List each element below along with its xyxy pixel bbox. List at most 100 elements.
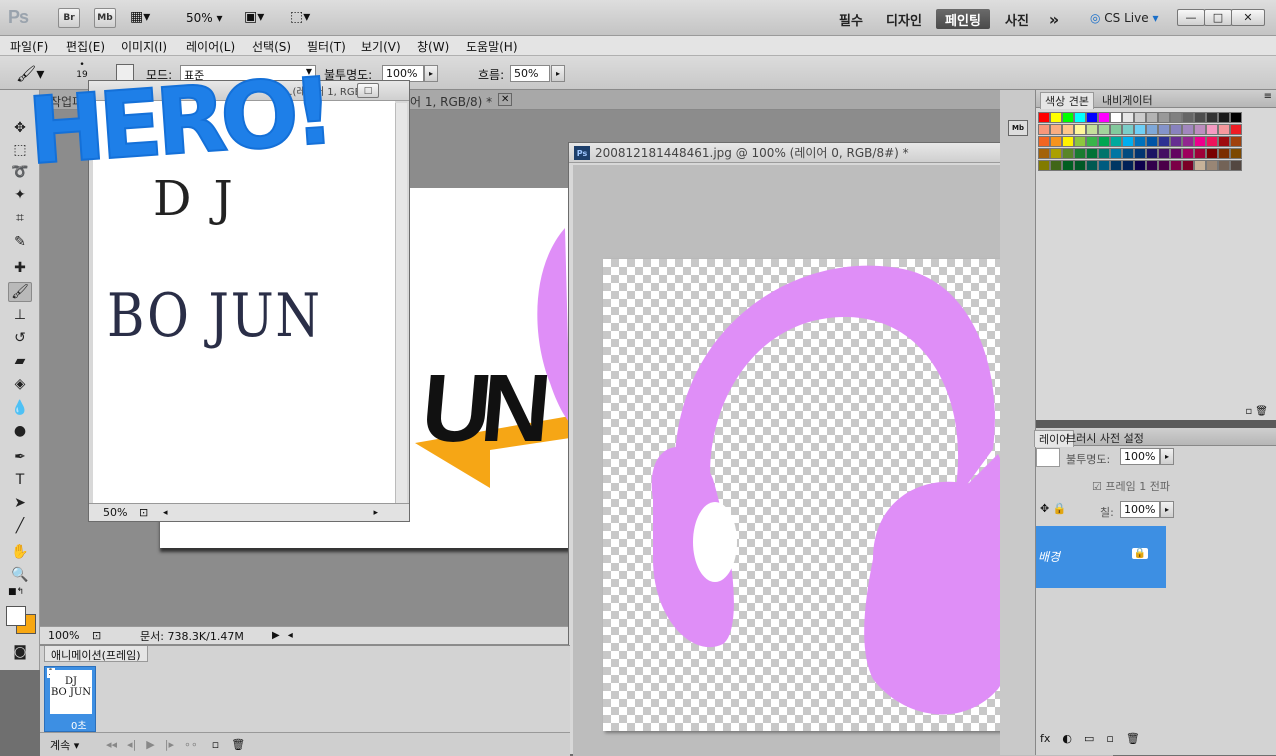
more-workspaces-button[interactable]: » <box>1044 9 1064 29</box>
color-swatch[interactable] <box>1110 112 1122 123</box>
color-swatch[interactable] <box>1122 148 1134 159</box>
zoom-tool-icon[interactable]: 🔍 <box>8 565 32 585</box>
duplicate-frame-icon[interactable]: ▫ <box>212 738 219 751</box>
color-swatch[interactable] <box>1134 112 1146 123</box>
color-swatch[interactable] <box>1098 124 1110 135</box>
lasso-tool-icon[interactable]: ➰ <box>8 162 32 182</box>
color-swatch[interactable] <box>1062 112 1074 123</box>
paint-bucket-tool-icon[interactable]: ◈ <box>8 374 32 394</box>
color-swatch[interactable] <box>1110 124 1122 135</box>
color-swatch[interactable] <box>1038 124 1050 135</box>
color-swatch[interactable] <box>1230 124 1242 135</box>
color-swatch[interactable] <box>1194 112 1206 123</box>
maximize-button[interactable]: □ <box>1204 9 1232 26</box>
color-swatch[interactable] <box>1062 148 1074 159</box>
brush-tool-icon[interactable]: 🖌 <box>8 282 32 302</box>
minimize-button[interactable]: — <box>1177 9 1205 26</box>
loop-options-select[interactable]: 계속 ▾ <box>50 737 96 753</box>
color-swatch[interactable] <box>1146 160 1158 171</box>
color-swatch[interactable] <box>1194 136 1206 147</box>
blur-tool-icon[interactable]: 💧 <box>8 398 32 418</box>
tab-brush-presets[interactable]: 브러시 사전 설정 <box>1066 430 1144 446</box>
color-swatch[interactable] <box>1170 124 1182 135</box>
color-swatch[interactable] <box>1074 160 1086 171</box>
fill-input[interactable]: 100% <box>1120 501 1160 518</box>
dodge-tool-icon[interactable]: ● <box>8 421 32 441</box>
color-swatch[interactable] <box>1158 160 1170 171</box>
mini-bridge-panel-icon[interactable]: Mb <box>1008 120 1028 136</box>
fill-slider[interactable]: ▸ <box>1160 501 1174 518</box>
launch-bridge-button[interactable]: Br <box>58 8 80 28</box>
color-swatch[interactable] <box>1230 148 1242 159</box>
color-swatch[interactable] <box>1074 124 1086 135</box>
document-tab-2[interactable]: 어 1, RGB/8) * <box>410 93 492 110</box>
color-swatch[interactable] <box>1050 136 1062 147</box>
history-brush-tool-icon[interactable]: ↺ <box>8 328 32 348</box>
zoom-level-dropdown[interactable]: 50% ▾ <box>186 11 223 25</box>
screen-mode-icon[interactable]: ⬚▾ <box>290 9 310 25</box>
menu-layer[interactable]: 레이어(L) <box>186 38 235 55</box>
color-swatch[interactable] <box>1134 136 1146 147</box>
color-swatch[interactable] <box>1158 148 1170 159</box>
frame-delay[interactable]: 0초 <box>71 717 87 732</box>
hero-vertical-scrollbar[interactable] <box>395 103 407 503</box>
color-swatch[interactable] <box>1038 112 1050 123</box>
healing-brush-tool-icon[interactable]: ✚ <box>8 258 32 278</box>
hero-zoom-field[interactable]: 50% <box>103 506 139 519</box>
adjustment-layer-icon[interactable]: ◐ <box>1062 732 1072 745</box>
color-swatch[interactable] <box>1218 136 1230 147</box>
menu-select[interactable]: 선택(S) <box>252 38 291 55</box>
opacity-slider-button[interactable]: ▸ <box>424 65 438 82</box>
color-swatch[interactable] <box>1182 148 1194 159</box>
next-frame-icon[interactable]: |▸ <box>165 738 174 751</box>
color-swatch[interactable] <box>1146 136 1158 147</box>
workspace-photography[interactable]: 사진 <box>1000 9 1034 29</box>
lock-icons[interactable]: ✥ 🔒 <box>1040 502 1066 515</box>
menu-view[interactable]: 보기(V) <box>361 38 401 55</box>
hero-scroll-left-icon[interactable]: ◂ <box>163 508 168 518</box>
animation-panel-tab[interactable]: 애니메이션(프레임) <box>44 646 148 662</box>
arrange-documents-icon[interactable]: ▣▾ <box>244 9 264 25</box>
color-swatch[interactable] <box>1230 136 1242 147</box>
menu-file[interactable]: 파일(F) <box>10 38 48 55</box>
color-swatch[interactable] <box>1170 136 1182 147</box>
color-swatch[interactable] <box>1038 136 1050 147</box>
color-swatch[interactable] <box>1158 124 1170 135</box>
color-swatch[interactable] <box>1170 148 1182 159</box>
color-swatch[interactable] <box>1134 160 1146 171</box>
scroll-left-icon[interactable]: ◂ <box>288 630 293 641</box>
close-tab-icon[interactable]: ✕ <box>498 93 513 106</box>
layers-opacity-slider[interactable]: ▸ <box>1160 448 1174 465</box>
color-swatch[interactable] <box>1038 160 1050 171</box>
color-swatch[interactable] <box>1230 160 1242 171</box>
hero-scroll-right-icon[interactable]: ▸ <box>374 508 379 518</box>
eraser-tool-icon[interactable]: ▰ <box>8 351 32 371</box>
animation-frame-1[interactable]: 1 DJBO JUN 0초 <box>44 666 96 732</box>
color-swatch[interactable] <box>1170 160 1182 171</box>
color-swatch[interactable] <box>1134 148 1146 159</box>
color-swatch[interactable] <box>1086 160 1098 171</box>
layer-row-background[interactable]: 배경 🔒 <box>1036 526 1166 588</box>
flow-slider-button[interactable]: ▸ <box>551 65 565 82</box>
color-swatch[interactable] <box>1218 112 1230 123</box>
color-swatch[interactable] <box>1074 112 1086 123</box>
color-swatch[interactable] <box>1074 148 1086 159</box>
color-swatch[interactable] <box>1098 148 1110 159</box>
color-swatch[interactable] <box>1206 136 1218 147</box>
launch-mini-bridge-button[interactable]: Mb <box>94 8 116 28</box>
color-swatch[interactable] <box>1122 136 1134 147</box>
tab-swatches[interactable]: 색상 견본 <box>1040 92 1094 109</box>
color-swatch[interactable] <box>1182 112 1194 123</box>
color-swatch[interactable] <box>1062 136 1074 147</box>
color-swatch[interactable] <box>1218 148 1230 159</box>
hero-status-menu-icon[interactable]: ⊡ <box>139 506 155 519</box>
pen-tool-icon[interactable]: ✒ <box>8 447 32 467</box>
color-swatch[interactable] <box>1206 112 1218 123</box>
color-swatch[interactable] <box>1182 136 1194 147</box>
color-swatch[interactable] <box>1218 160 1230 171</box>
color-swatch[interactable] <box>1206 124 1218 135</box>
menu-window[interactable]: 창(W) <box>417 38 449 55</box>
color-swatch[interactable] <box>1110 136 1122 147</box>
swatches-panel-menu-icon[interactable]: ≡ <box>1264 91 1272 102</box>
color-swatch[interactable] <box>1194 148 1206 159</box>
